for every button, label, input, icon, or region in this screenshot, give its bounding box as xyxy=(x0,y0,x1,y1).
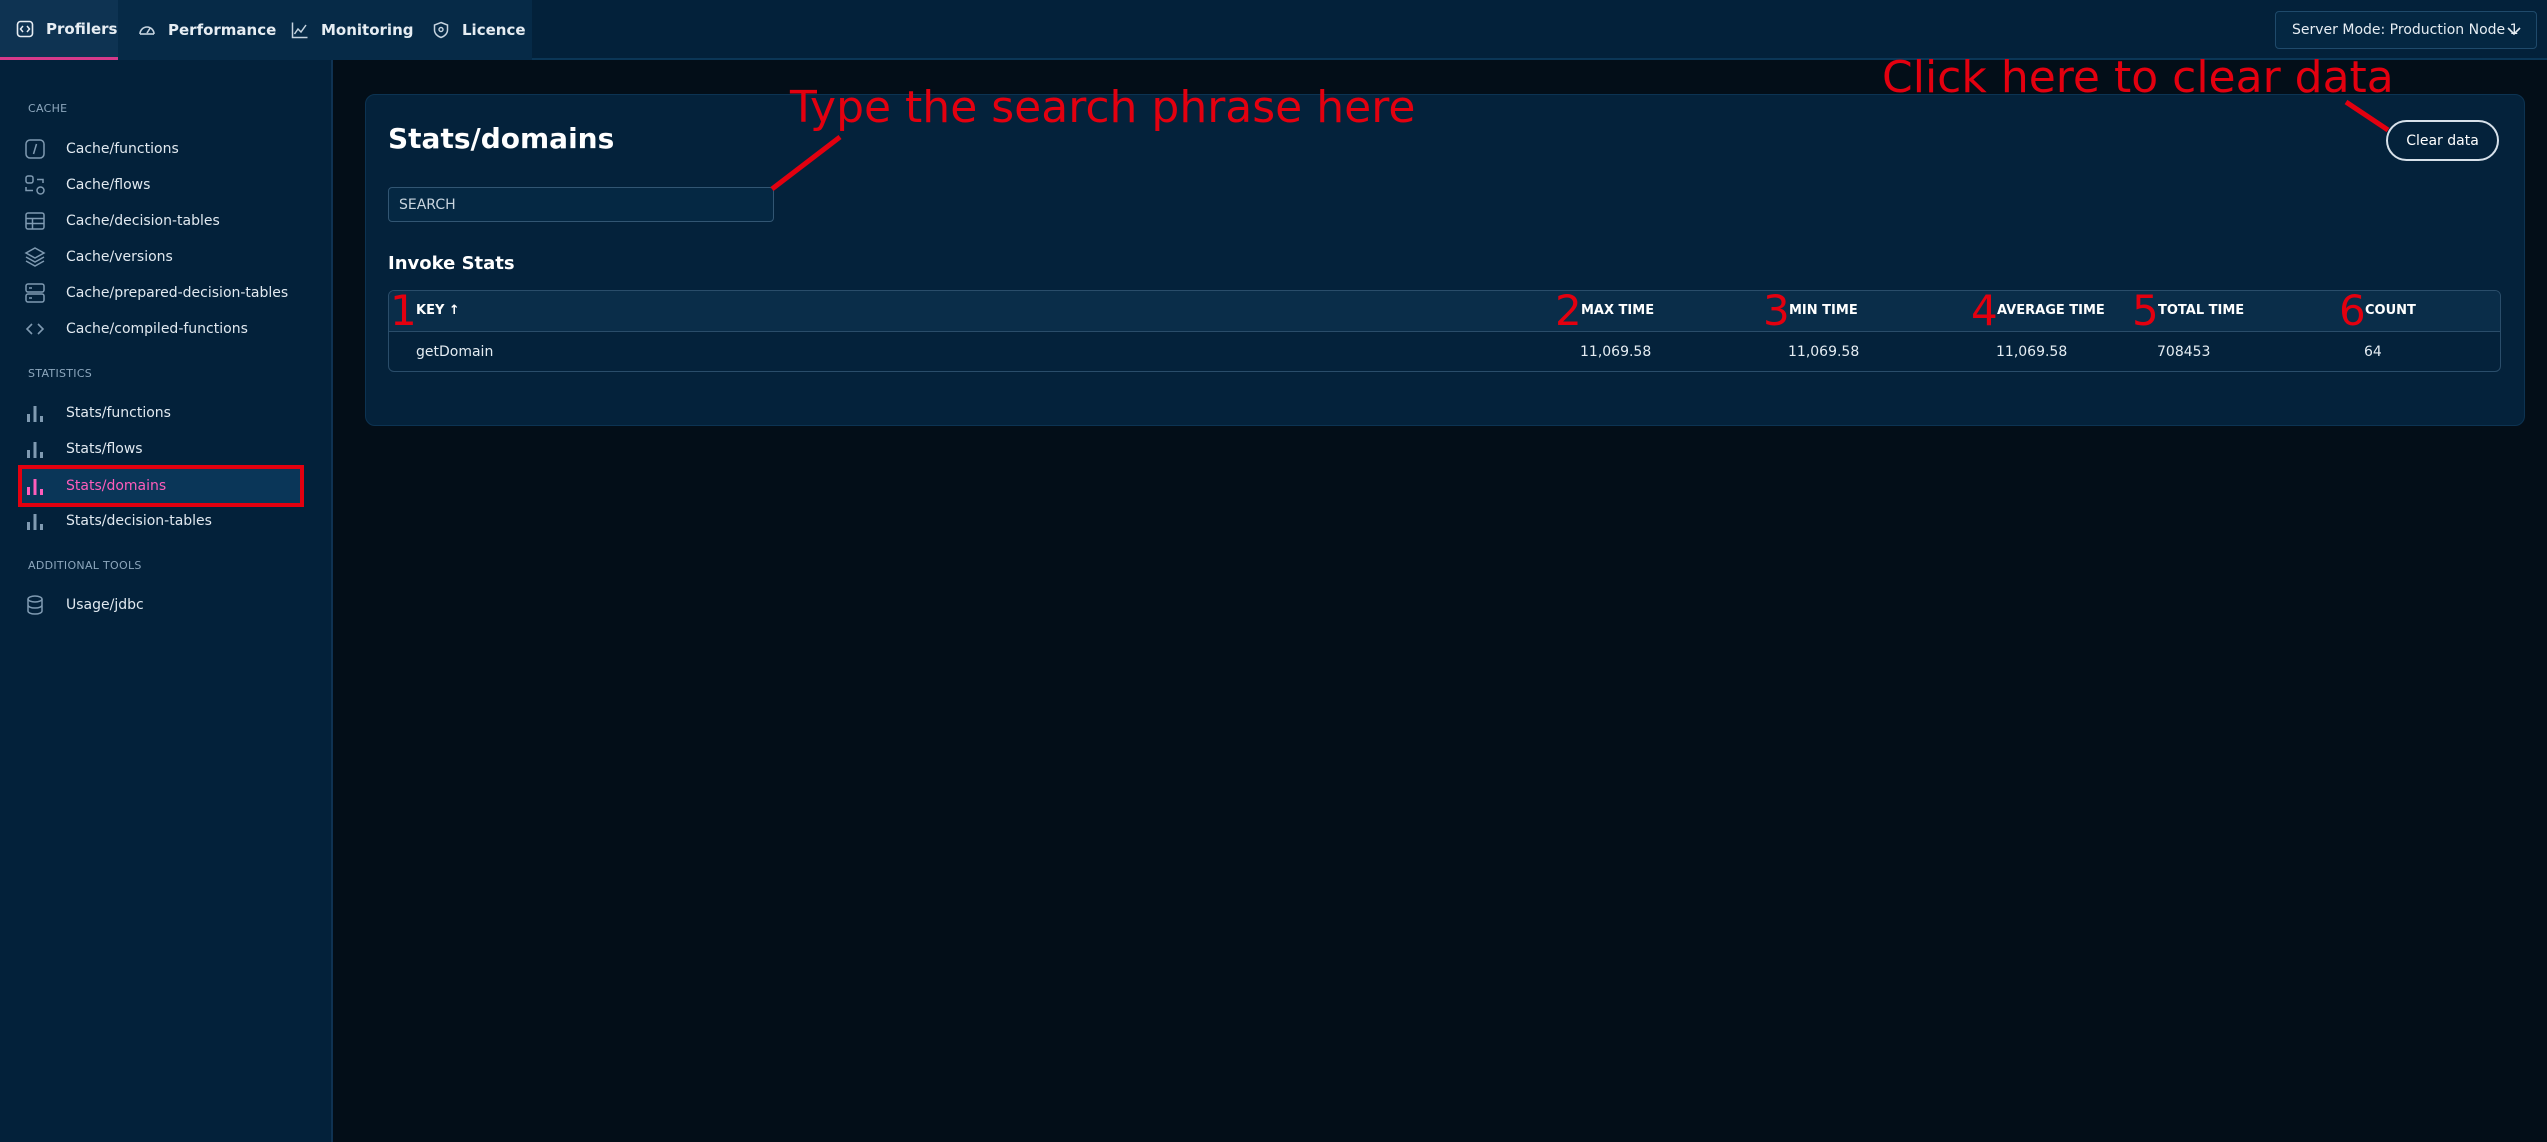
page-title: Stats/domains xyxy=(388,122,615,155)
column-header-max-time[interactable]: MAX TIME xyxy=(1581,303,1654,318)
cell-min-time: 11,069.58 xyxy=(1788,344,1860,360)
table-header: KEY ↑ MAX TIME MIN TIME AVERAGE TIME TOT… xyxy=(389,291,2500,332)
sidebar-item-cache-prepared-decision-tables[interactable]: Cache/prepared-decision-tables xyxy=(22,276,300,310)
tab-profilers[interactable]: Profilers xyxy=(0,0,118,60)
line-chart-icon xyxy=(291,22,308,39)
sidebar-item-cache-compiled-functions[interactable]: Cache/compiled-functions xyxy=(22,312,300,346)
bar-chart-icon xyxy=(22,436,48,462)
tab-licence-label: Licence xyxy=(462,21,526,39)
layers-icon xyxy=(22,244,48,270)
annotation-number-2: 2 xyxy=(1555,286,1582,335)
sidebar-item-cache-versions[interactable]: Cache/versions xyxy=(22,240,300,274)
code-brackets-icon xyxy=(16,20,34,37)
section-title-cache: CACHE xyxy=(28,102,68,115)
tab-monitoring-label: Monitoring xyxy=(321,21,414,39)
column-header-average-time[interactable]: AVERAGE TIME xyxy=(1997,303,2105,318)
cell-key: getDomain xyxy=(416,344,494,360)
tab-performance-label: Performance xyxy=(168,21,277,39)
server-icon xyxy=(22,280,48,306)
nav-tab-group: Profilers Performance Monitoring Licence xyxy=(0,0,532,60)
tab-monitoring[interactable]: Monitoring xyxy=(291,0,413,60)
invoke-stats-table: KEY ↑ MAX TIME MIN TIME AVERAGE TIME TOT… xyxy=(388,290,2501,372)
column-header-count[interactable]: COUNT xyxy=(2365,303,2416,318)
column-header-total-time[interactable]: TOTAL TIME xyxy=(2158,303,2244,318)
tab-licence[interactable]: Licence xyxy=(432,0,526,60)
sidebar-item-label: Stats/functions xyxy=(66,405,171,421)
tab-performance[interactable]: Performance xyxy=(138,0,276,60)
sidebar-item-label: Cache/compiled-functions xyxy=(66,321,248,337)
server-mode-value: Server Mode: Production Node 1 xyxy=(2292,22,2519,38)
sidebar-item-label: Cache/versions xyxy=(66,249,173,265)
annotation-search-hint: Type the search phrase here xyxy=(790,82,1416,133)
sidebar-item-cache-flows[interactable]: Cache/flows xyxy=(22,168,300,202)
top-navigation-bar: Profilers Performance Monitoring Licence… xyxy=(0,0,2547,60)
bar-chart-icon xyxy=(22,508,48,534)
tab-profilers-label: Profilers xyxy=(46,19,118,38)
annotation-number-5: 5 xyxy=(2132,286,2159,335)
search-input[interactable] xyxy=(388,187,774,222)
sidebar-item-label: Stats/flows xyxy=(66,441,143,457)
column-header-key[interactable]: KEY ↑ xyxy=(416,303,460,318)
sidebar-item-stats-domains[interactable]: Stats/domains xyxy=(18,465,304,507)
sidebar-item-label: Cache/functions xyxy=(66,141,179,157)
sidebar-item-label: Usage/jdbc xyxy=(66,597,144,613)
sidebar-item-label: Cache/prepared-decision-tables xyxy=(66,285,289,301)
main-panel xyxy=(365,94,2525,426)
section-subtitle: Invoke Stats xyxy=(388,253,515,274)
shield-icon xyxy=(433,21,449,39)
cell-average-time: 11,069.58 xyxy=(1996,344,2068,360)
column-header-min-time[interactable]: MIN TIME xyxy=(1789,303,1858,318)
cell-count: 64 xyxy=(2364,344,2382,360)
sidebar: CACHE Cache/functions Cache/flows Cache/… xyxy=(0,60,333,1142)
section-title-additional-tools: ADDITIONAL TOOLS xyxy=(28,559,142,572)
clear-data-button[interactable]: Clear data xyxy=(2386,120,2499,161)
server-mode-select[interactable]: Server Mode: Production Node 1 xyxy=(2275,11,2537,49)
sidebar-item-label: Cache/flows xyxy=(66,177,151,193)
database-icon xyxy=(22,592,48,618)
section-title-statistics: STATISTICS xyxy=(28,367,93,380)
annotation-number-1: 1 xyxy=(390,286,417,335)
annotation-number-4: 4 xyxy=(1971,286,1998,335)
bar-chart-icon xyxy=(22,400,48,426)
chevron-down-icon xyxy=(2507,27,2521,36)
sidebar-item-stats-decision-tables[interactable]: Stats/decision-tables xyxy=(22,504,300,538)
sidebar-item-label: Stats/decision-tables xyxy=(66,513,212,529)
flow-icon xyxy=(22,172,48,198)
sidebar-item-usage-jdbc[interactable]: Usage/jdbc xyxy=(22,588,300,622)
table-icon xyxy=(22,208,48,234)
cell-total-time: 708453 xyxy=(2157,344,2211,360)
sidebar-item-stats-flows[interactable]: Stats/flows xyxy=(22,432,300,466)
cell-max-time: 11,069.58 xyxy=(1580,344,1652,360)
sidebar-item-label: Cache/decision-tables xyxy=(66,213,220,229)
speedometer-icon xyxy=(139,26,155,35)
annotation-number-3: 3 xyxy=(1763,286,1790,335)
sidebar-item-cache-decision-tables[interactable]: Cache/decision-tables xyxy=(22,204,300,238)
annotation-clear-hint: Click here to clear data xyxy=(1882,52,2394,103)
sidebar-item-cache-functions[interactable]: Cache/functions xyxy=(22,132,300,166)
function-icon xyxy=(22,136,48,162)
sidebar-item-stats-functions[interactable]: Stats/functions xyxy=(22,396,300,430)
sidebar-item-label: Stats/domains xyxy=(66,478,167,494)
annotation-number-6: 6 xyxy=(2339,286,2366,335)
code-icon xyxy=(22,316,48,342)
bar-chart-icon xyxy=(22,473,48,499)
